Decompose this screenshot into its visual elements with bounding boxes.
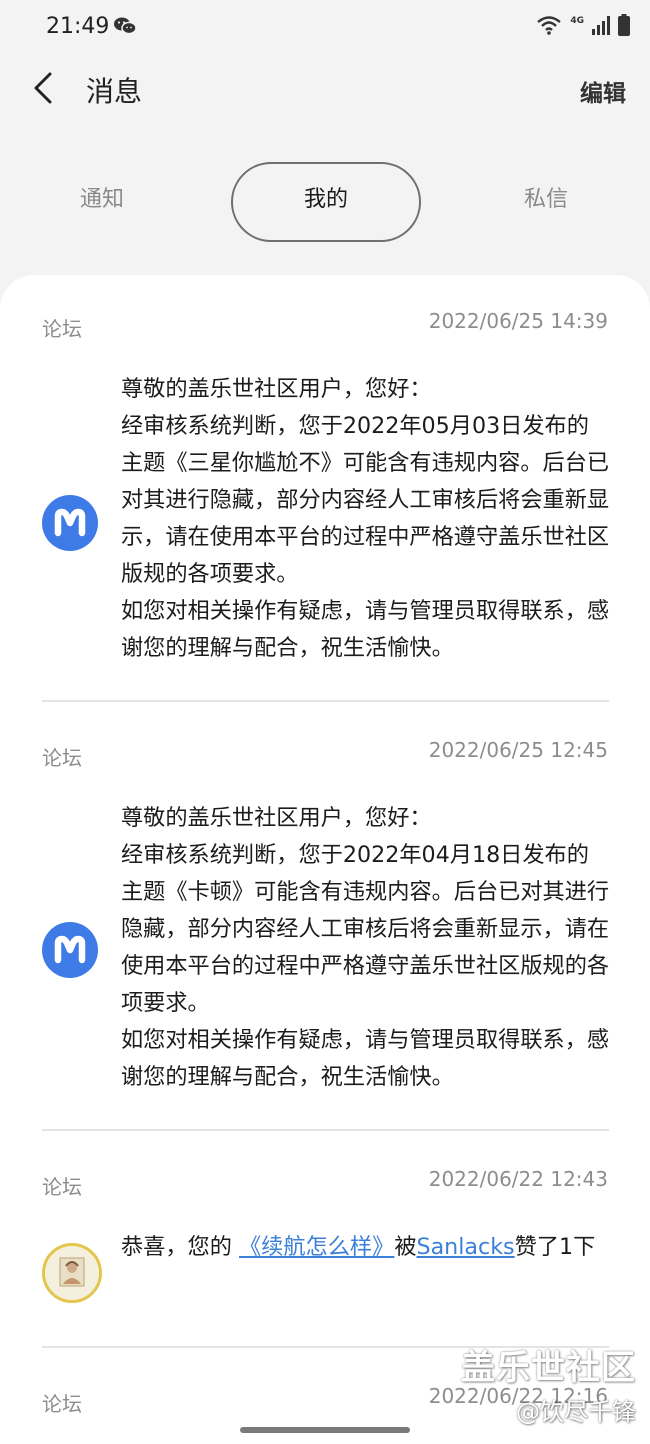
signal-icon: [592, 15, 610, 39]
back-button[interactable]: [28, 70, 62, 106]
wifi-icon: [536, 14, 562, 40]
message-source: 论坛: [42, 1175, 82, 1199]
wechat-icon: [113, 16, 137, 40]
status-bar: 21:49 4G: [0, 0, 650, 56]
home-indicator[interactable]: [240, 1427, 410, 1433]
user-link[interactable]: Sanlacks: [417, 1234, 515, 1260]
message-list: 论坛 2022/06/25 14:39 尊敬的盖乐世社区用户，您好： 经审核系统…: [0, 275, 650, 1444]
message-time: 2022/06/25 14:39: [428, 309, 608, 333]
m-logo-icon: [42, 495, 98, 551]
watermark-title: 盖乐世社区: [461, 1348, 636, 1388]
tab-mine[interactable]: 我的: [231, 162, 421, 242]
message-text-suffix: 赞了1下: [514, 1234, 596, 1260]
divider: [42, 700, 609, 702]
tab-bar: 通知 我的 私信: [0, 162, 650, 242]
message-text: 尊敬的盖乐世社区用户，您好： 经审核系统判断，您于2022年04月18日发布的主…: [121, 805, 610, 1090]
message-text: 恭喜，您的 《续航怎么样》被Sanlacks赞了1下: [121, 1229, 605, 1266]
message-time: 2022/06/25 12:45: [428, 738, 608, 762]
watermark-author: @饮尽千锋: [516, 1398, 636, 1426]
divider: [42, 1129, 609, 1131]
top-app-bar: 消息 编辑: [0, 56, 650, 122]
back-arrow-icon: [34, 72, 52, 104]
tab-notifications[interactable]: 通知: [42, 162, 162, 238]
edit-button[interactable]: 编辑: [580, 74, 626, 108]
battery-icon: [618, 14, 630, 40]
message-time: 2022/06/22 12:43: [428, 1167, 608, 1191]
message-source: 论坛: [42, 746, 82, 770]
message-source: 论坛: [42, 1392, 82, 1416]
message-source: 论坛: [42, 317, 82, 341]
page-title: 消息: [86, 75, 143, 108]
post-link[interactable]: 《续航怎么样》: [239, 1234, 394, 1260]
network-type-label: 4G: [570, 16, 584, 26]
message-text-prefix: 恭喜，您的: [121, 1234, 239, 1260]
m-logo-icon: [42, 922, 98, 978]
tab-private-messages[interactable]: 私信: [486, 162, 606, 238]
user-avatar[interactable]: [42, 1243, 102, 1303]
message-text: 尊敬的盖乐世社区用户，您好： 经审核系统判断，您于2022年05月03日发布的主…: [121, 376, 610, 661]
status-time: 21:49: [46, 14, 110, 39]
message-text-middle: 被: [394, 1234, 417, 1260]
